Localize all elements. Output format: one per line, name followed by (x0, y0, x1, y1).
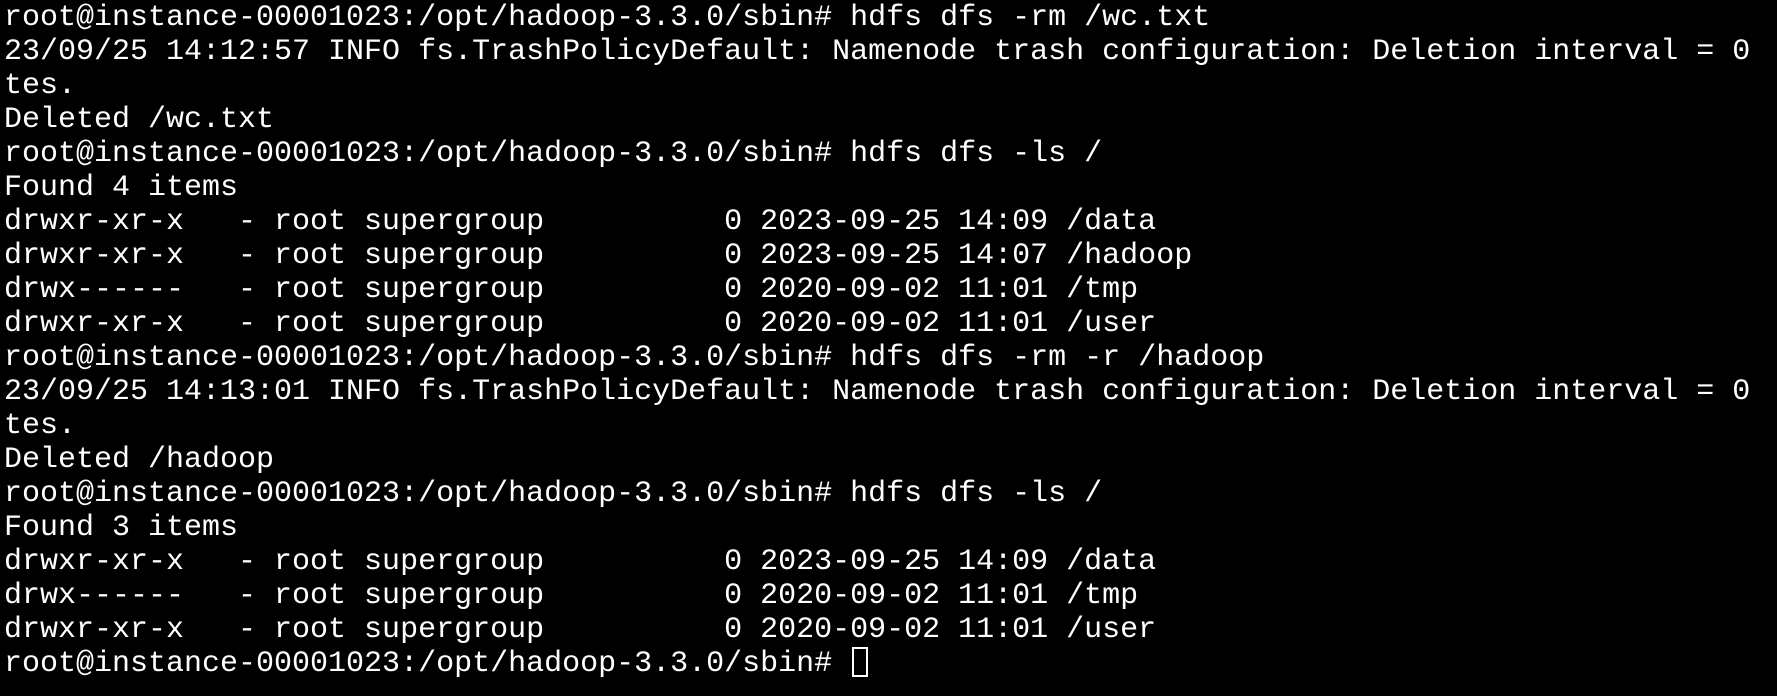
terminal-line: 23/09/25 14:13:01 INFO fs.TrashPolicyDef… (4, 375, 1751, 409)
terminal-line: drwxr-xr-x - root supergroup 0 2020-09-0… (4, 307, 1157, 341)
terminal-line: root@instance-00001023:/opt/hadoop-3.3.0… (4, 477, 1103, 511)
terminal-line: Deleted /hadoop (4, 443, 275, 477)
terminal-prompt-line[interactable]: root@instance-00001023:/opt/hadoop-3.3.0… (4, 647, 1777, 681)
terminal-prompt: root@instance-00001023:/opt/hadoop-3.3.0… (4, 647, 851, 681)
text-cursor[interactable] (852, 647, 869, 677)
terminal-line: drwxr-xr-x - root supergroup 0 2023-09-2… (4, 205, 1157, 239)
terminal-line: root@instance-00001023:/opt/hadoop-3.3.0… (4, 1, 1211, 35)
terminal-line: Found 3 items (4, 511, 239, 545)
terminal-line: tes. (4, 409, 77, 443)
terminal-line: Deleted /wc.txt (4, 103, 275, 137)
terminal-line: drwxr-xr-x - root supergroup 0 2020-09-0… (4, 613, 1157, 647)
terminal-line: root@instance-00001023:/opt/hadoop-3.3.0… (4, 137, 1103, 171)
terminal-line: drwx------ - root supergroup 0 2020-09-0… (4, 579, 1139, 613)
terminal-line: 23/09/25 14:12:57 INFO fs.TrashPolicyDef… (4, 35, 1751, 69)
terminal-window[interactable]: root@instance-00001023:/opt/hadoop-3.3.0… (0, 0, 1777, 696)
terminal-line: root@instance-00001023:/opt/hadoop-3.3.0… (4, 341, 1265, 375)
terminal-line: Found 4 items (4, 171, 239, 205)
terminal-line: tes. (4, 69, 77, 103)
terminal-output: root@instance-00001023:/opt/hadoop-3.3.0… (4, 1, 1777, 647)
terminal-line: drwx------ - root supergroup 0 2020-09-0… (4, 273, 1139, 307)
terminal-line: drwxr-xr-x - root supergroup 0 2023-09-2… (4, 545, 1157, 579)
terminal-line: drwxr-xr-x - root supergroup 0 2023-09-2… (4, 239, 1193, 273)
